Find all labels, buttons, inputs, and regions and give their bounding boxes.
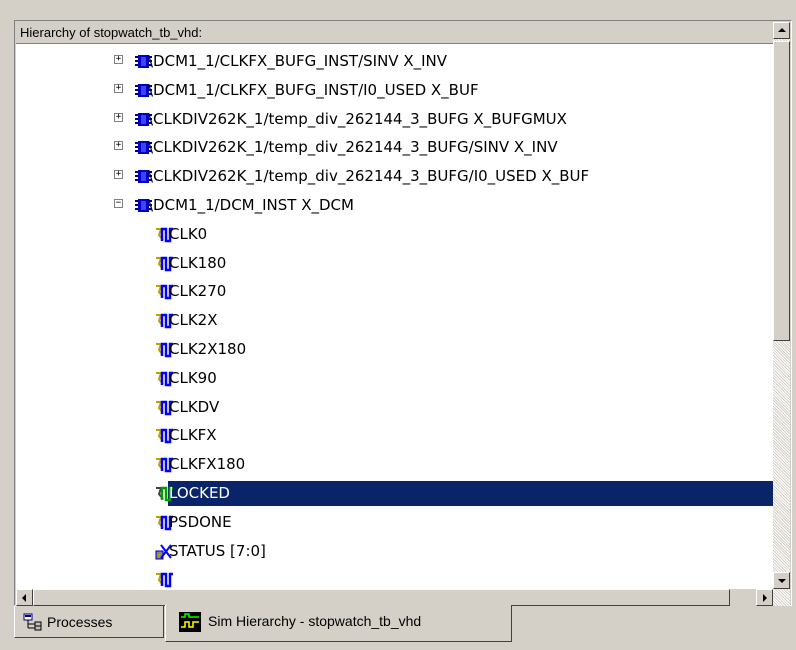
tree-item[interactable]: CLKFX xyxy=(16,422,773,449)
tree-item[interactable]: CLKDV xyxy=(16,394,773,421)
vertical-scroll-thumb[interactable] xyxy=(773,41,790,341)
expand-icon[interactable]: + xyxy=(114,141,123,151)
tab-sim-hierarchy-label: Sim Hierarchy - stopwatch_tb_vhd xyxy=(208,613,422,629)
arrow-down-icon xyxy=(778,579,786,583)
tree-item-label: CLKFX180 xyxy=(169,455,246,474)
tree-item-label: CLK2X xyxy=(169,311,218,330)
tree-item-label: STATUS [7:0] xyxy=(169,541,266,560)
scroll-left-button[interactable] xyxy=(16,589,33,606)
tree-item[interactable]: LOCKED xyxy=(16,480,773,507)
signal-waveform-icon xyxy=(156,573,173,588)
expand-icon[interactable]: + xyxy=(114,55,123,64)
tree-item[interactable]: + \CLKDIV262K_1/temp_div_262144_3_BUFG/I0… xyxy=(16,163,773,190)
tree-item[interactable]: CLK2X180 xyxy=(16,336,773,363)
expand-icon[interactable]: + xyxy=(114,83,123,93)
tab-sim-hierarchy[interactable]: Sim Hierarchy - stopwatch_tb_vhd xyxy=(165,605,512,642)
arrow-up-icon xyxy=(778,28,786,32)
tree-item[interactable]: PSDONE xyxy=(16,509,773,536)
processes-icon xyxy=(23,613,42,631)
tree-item-label: \DCM1_1/CLKFX_BUFG_INST/SINV X_INV xyxy=(148,52,448,70)
tree-item[interactable]: STATUS [7:0] xyxy=(16,538,773,565)
tree-item[interactable]: + \CLKDIV262K_1/temp_div_262144_3_BUFG/SI… xyxy=(16,134,773,161)
arrow-right-icon xyxy=(763,594,767,602)
tree-item[interactable]: + \DCM1_1/CLKFX_BUFG_INST/I0_USED X_BUF xyxy=(16,77,773,104)
scroll-right-button[interactable] xyxy=(756,589,773,606)
tree-item[interactable]: + \DCM1_1/CLKFX_BUFG_INST/SINV X_INV xyxy=(16,48,773,75)
collapse-icon[interactable]: − xyxy=(114,199,123,208)
tab-processes-label: Processes xyxy=(47,614,113,630)
tree-item[interactable]: + \CLKDIV262K_1/temp_div_262144_3_BUFG X_… xyxy=(16,106,773,133)
tree-item[interactable]: CLKFX180 xyxy=(16,451,773,478)
tree-item[interactable]: CLK270 xyxy=(16,278,773,305)
hierarchy-tree[interactable]: + \DCM1_1/CLKFX_BUFG_INST/SINV X_INV + \DCM… xyxy=(16,44,773,589)
tree-item-label: \CLKDIV262K_1/temp_div_262144_3_BUFG/SIN… xyxy=(148,138,558,157)
sim-hierarchy-icon xyxy=(179,612,201,632)
tree-item-label: CLKDV xyxy=(169,397,220,416)
tree-item-label: PSDONE xyxy=(169,512,232,531)
tree-item-label: CLK2X180 xyxy=(169,340,247,358)
tree-item[interactable]: CLK2X xyxy=(16,307,773,334)
tree-item-label: \CLKDIV262K_1/temp_div_262144_3_BUFG X_B… xyxy=(148,109,567,128)
arrow-left-icon xyxy=(22,594,26,602)
expand-icon[interactable]: + xyxy=(114,112,123,122)
panel-header: Hierarchy of stopwatch_tb_vhd: xyxy=(16,22,773,44)
tree-item[interactable]: CLK0 xyxy=(16,221,773,248)
tab-bar: Processes Sim Hierarchy - stopwatch_tb_v… xyxy=(14,605,792,646)
tree-item[interactable]: − \DCM1_1/DCM_INST X_DCM xyxy=(16,192,773,219)
tree-item-label: \DCM1_1/CLKFX_BUFG_INST/I0_USED X_BUF xyxy=(148,80,479,99)
vertical-scrollbar[interactable] xyxy=(773,22,790,589)
tree-item-label: CLK90 xyxy=(169,368,217,387)
tree-item-label: \CLKDIV262K_1/temp_div_262144_3_BUFG/I0_… xyxy=(148,167,590,186)
tree-item-label: \DCM1_1/DCM_INST X_DCM xyxy=(148,196,354,214)
tab-processes[interactable]: Processes xyxy=(14,606,164,638)
horizontal-scroll-thumb[interactable] xyxy=(33,589,730,606)
tree-item-label: CLKFX xyxy=(169,426,217,445)
selection-highlight xyxy=(168,481,773,506)
expand-icon[interactable]: + xyxy=(114,170,123,180)
tree-item-label: LOCKED xyxy=(169,484,230,502)
tree-item[interactable]: CLK90 xyxy=(16,365,773,392)
scroll-down-button[interactable] xyxy=(773,572,790,589)
tree-item-label: CLK180 xyxy=(169,253,227,272)
scrollbar-corner xyxy=(773,589,790,606)
tree-item[interactable] xyxy=(16,566,773,589)
horizontal-scrollbar[interactable] xyxy=(16,589,773,606)
tree-item-label: CLK270 xyxy=(169,282,227,301)
scroll-up-button[interactable] xyxy=(773,22,790,39)
hierarchy-panel: Hierarchy of stopwatch_tb_vhd: + \DCM1_1/… xyxy=(14,20,792,606)
tree-item-label: CLK0 xyxy=(169,224,208,243)
tree-item[interactable]: CLK180 xyxy=(16,250,773,277)
